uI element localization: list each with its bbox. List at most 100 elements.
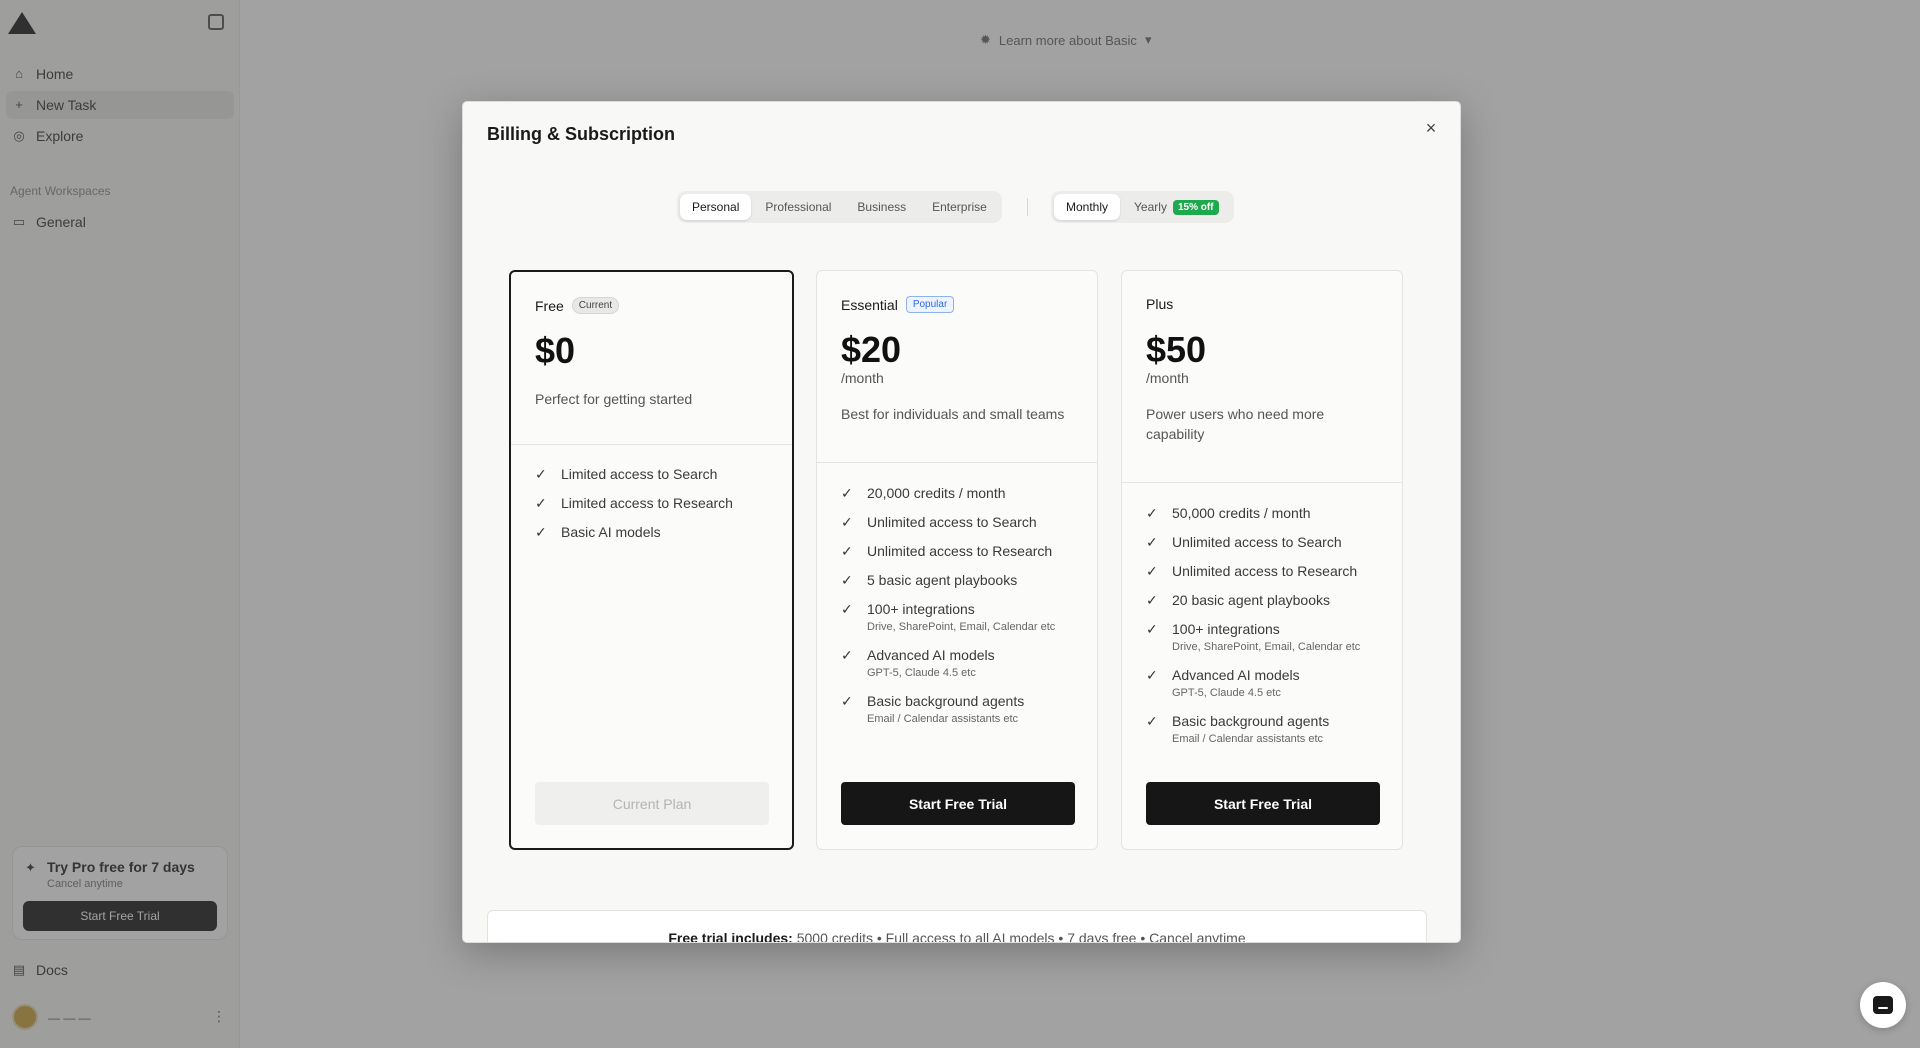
feature-text: 100+ integrations Drive, SharePoint, Emai… (867, 600, 1055, 635)
feature-subtext: GPT-5, Claude 4.5 etc (1172, 687, 1281, 699)
trial-note-label: Free trial includes: (668, 930, 793, 943)
billing-period-toggle: Monthly Yearly 15% off (1051, 191, 1234, 223)
current-badge: Current (571, 297, 620, 314)
plan-price: $20 (841, 329, 902, 370)
list-item: ✓ 100+ integrations Drive, SharePoint, Ema… (1146, 620, 1378, 655)
free-trial-info: Free trial includes: 5000 credits • Full… (487, 910, 1427, 943)
plan-name: Free (535, 297, 564, 314)
check-icon: ✓ (1146, 621, 1158, 637)
feature-text: Advanced AI models GPT-5, Claude 4.5 etc (1172, 666, 1300, 701)
list-item: ✓ Limited access to Research (535, 494, 767, 512)
feature-subtext: Drive, SharePoint, Email, Calendar etc (1172, 641, 1361, 653)
plan-period: /month (841, 370, 884, 386)
check-icon: ✓ (841, 514, 853, 530)
list-item: ✓ Advanced AI models GPT-5, Claude 4.5 etc (1146, 666, 1378, 701)
feature-list: ✓ 20,000 credits / month ✓ Unlimited acces… (841, 484, 1073, 738)
check-icon: ✓ (535, 524, 547, 540)
feature-text: 5 basic agent playbooks (867, 572, 1018, 588)
start-free-trial-button[interactable]: Start Free Trial (1146, 782, 1380, 825)
check-icon: ✓ (841, 543, 853, 559)
check-icon: ✓ (1146, 592, 1158, 608)
check-icon: ✓ (1146, 713, 1158, 729)
chat-widget-button[interactable] (1860, 982, 1906, 1028)
feature-text: 20 basic agent playbooks (1172, 592, 1330, 608)
start-free-trial-button[interactable]: Start Free Trial (841, 782, 1075, 825)
discount-badge: 15% off (1172, 199, 1219, 215)
chat-icon (1873, 996, 1893, 1014)
list-item: ✓ Unlimited access to Research (1146, 562, 1378, 580)
list-item: ✓ Basic background agents Email / Calendar… (1146, 712, 1378, 747)
feature-text: Unlimited access to Search (1172, 534, 1342, 550)
feature-text: 50,000 credits / month (1172, 505, 1311, 521)
feature-text: Advanced AI models GPT-5, Claude 4.5 etc (867, 646, 995, 681)
plan-name-row: Free Current (535, 297, 620, 314)
check-icon: ✓ (535, 466, 547, 482)
feature-title: Advanced AI models (867, 647, 995, 663)
modal-title: Billing & Subscription (487, 124, 675, 144)
list-item: ✓ Advanced AI models GPT-5, Claude 4.5 etc (841, 646, 1073, 681)
feature-subtext: Email / Calendar assistants etc (867, 713, 1019, 725)
feature-text: Basic background agents Email / Calendar … (867, 692, 1024, 727)
list-item: ✓ 20,000 credits / month (841, 484, 1073, 502)
check-icon: ✓ (535, 495, 547, 511)
feature-title: 100+ integrations (867, 601, 975, 617)
list-item: ✓ 5 basic agent playbooks (841, 571, 1073, 589)
list-item: ✓ Unlimited access to Search (841, 513, 1073, 531)
feature-text: Basic background agents Email / Calendar … (1172, 712, 1329, 747)
divider (1122, 482, 1402, 483)
tab-enterprise[interactable]: Enterprise (920, 194, 999, 220)
feature-text: Limited access to Search (561, 466, 718, 482)
billing-modal: Billing & Subscription × Personal Profes… (462, 101, 1461, 943)
trial-note: Free trial includes: 5000 credits • Full… (488, 930, 1426, 943)
feature-list: ✓ Limited access to Search ✓ Limited acces… (535, 465, 767, 552)
tab-business[interactable]: Business (845, 194, 918, 220)
plan-name: Plus (1146, 296, 1174, 312)
check-icon: ✓ (1146, 667, 1158, 683)
tab-professional[interactable]: Professional (753, 194, 843, 220)
plan-name-row: Plus (1146, 296, 1173, 312)
plan-card-free: Free Current $0 Perfect for getting star… (509, 270, 794, 850)
plan-description: Power users who need more capability (1146, 406, 1325, 442)
list-item: ✓ 50,000 credits / month (1146, 504, 1378, 522)
tab-personal[interactable]: Personal (680, 194, 752, 220)
toggle-yearly[interactable]: Yearly 15% off (1122, 194, 1230, 220)
feature-text: Limited access to Research (561, 495, 733, 511)
plan-name-row: Essential Popular (841, 296, 955, 313)
plan-card-essential: Essential Popular $20 /month Best for in… (816, 270, 1098, 850)
trial-note-text: 5000 credits • Full access to all AI mod… (796, 930, 1246, 943)
feature-title: Advanced AI models (1172, 667, 1300, 683)
list-item: ✓ Unlimited access to Search (1146, 533, 1378, 551)
plan-description: Best for individuals and small teams (841, 406, 1065, 422)
check-icon: ✓ (1146, 505, 1158, 521)
list-item: ✓ 100+ integrations Drive, SharePoint, Ema… (841, 600, 1073, 635)
toggle-yearly-label: Yearly (1134, 200, 1167, 214)
plan-card-plus: Plus $50 /month Power users who need mor… (1121, 270, 1403, 850)
plan-price: $0 (535, 330, 576, 371)
plan-price: $50 (1146, 329, 1207, 370)
feature-text: Unlimited access to Search (867, 514, 1037, 530)
divider (1027, 198, 1028, 216)
list-item: ✓ Limited access to Search (535, 465, 767, 483)
plan-period: /month (1146, 370, 1189, 386)
check-icon: ✓ (841, 647, 853, 663)
feature-text: Unlimited access to Research (1172, 563, 1358, 579)
toggle-monthly[interactable]: Monthly (1054, 194, 1121, 220)
list-item: ✓ Basic AI models (535, 523, 767, 541)
check-icon: ✓ (1146, 534, 1158, 550)
list-item: ✓ Unlimited access to Research (841, 542, 1073, 560)
feature-title: Basic background agents (867, 693, 1025, 709)
feature-list: ✓ 50,000 credits / month ✓ Unlimited acces… (1146, 504, 1378, 758)
feature-subtext: Drive, SharePoint, Email, Calendar etc (867, 621, 1056, 633)
check-icon: ✓ (1146, 563, 1158, 579)
feature-text: 100+ integrations Drive, SharePoint, Emai… (1172, 620, 1360, 655)
divider (511, 444, 792, 445)
feature-subtext: Email / Calendar assistants etc (1172, 733, 1324, 745)
close-icon[interactable]: × (1419, 116, 1443, 140)
current-plan-button: Current Plan (535, 782, 769, 825)
check-icon: ✓ (841, 485, 853, 501)
check-icon: ✓ (841, 693, 853, 709)
plan-category-tabs: Personal Professional Business Enterpris… (677, 191, 1002, 223)
check-icon: ✓ (841, 572, 853, 588)
feature-title: 100+ integrations (1172, 621, 1280, 637)
divider (817, 462, 1097, 463)
